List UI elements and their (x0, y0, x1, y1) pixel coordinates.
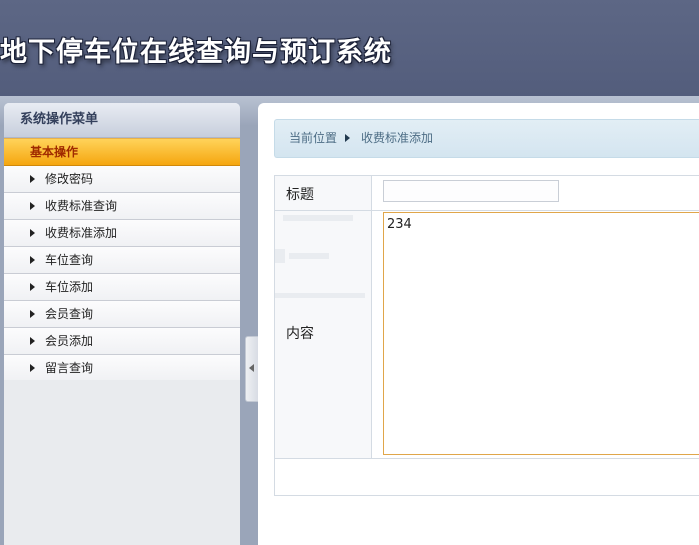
sidebar-heading: 系统操作菜单 (4, 103, 240, 138)
header-banner: 地下停车位在线查询与预订系统 (0, 0, 699, 97)
main-panel: 当前位置 收费标准添加 标题 内容 234 (258, 103, 699, 545)
content-textarea[interactable]: 234 (383, 212, 699, 455)
ghost-stroke (275, 249, 285, 263)
arrow-right-icon (30, 202, 35, 210)
sidebar-item-member-add[interactable]: 会员添加 (4, 328, 240, 355)
sidebar: 系统操作菜单 基本操作 修改密码 收费标准查询 收费标准添加 车位查询 车位添加… (4, 103, 240, 545)
title-label-cell: 标题 (275, 176, 372, 210)
sidebar-item-message-query[interactable]: 留言查询 (4, 355, 240, 382)
sidebar-menu: 修改密码 收费标准查询 收费标准添加 车位查询 车位添加 会员查询 会员添加 留… (4, 166, 240, 382)
arrow-right-icon (30, 283, 35, 291)
arrow-left-icon (249, 364, 254, 372)
sidebar-item-fee-query[interactable]: 收费标准查询 (4, 193, 240, 220)
fee-form: 标题 内容 234 (274, 175, 699, 496)
sidebar-section-basic[interactable]: 基本操作 (4, 138, 240, 166)
sidebar-empty-area (4, 380, 240, 545)
arrow-right-icon (30, 364, 35, 372)
arrow-right-icon (30, 229, 35, 237)
sidebar-item-space-add[interactable]: 车位添加 (4, 274, 240, 301)
content-label: 内容 (286, 326, 314, 342)
sidebar-collapse-handle[interactable] (245, 336, 258, 402)
sidebar-item-label: 收费标准添加 (45, 226, 118, 240)
sidebar-item-member-query[interactable]: 会员查询 (4, 301, 240, 328)
form-row-content: 内容 234 (275, 211, 699, 459)
sidebar-item-label: 留言查询 (45, 361, 94, 375)
sidebar-item-fee-add[interactable]: 收费标准添加 (4, 220, 240, 247)
ghost-stroke (275, 293, 365, 298)
arrow-right-icon (30, 337, 35, 345)
sidebar-item-label: 会员添加 (45, 334, 94, 348)
ghost-stroke (283, 215, 353, 221)
breadcrumb: 当前位置 收费标准添加 (274, 119, 699, 158)
arrow-right-icon (30, 256, 35, 264)
sidebar-item-label: 会员查询 (45, 307, 94, 321)
sidebar-item-label: 车位添加 (45, 280, 94, 294)
sidebar-item-space-query[interactable]: 车位查询 (4, 247, 240, 274)
content-label-cell: 内容 (275, 211, 372, 458)
title-input[interactable] (383, 180, 559, 202)
sidebar-item-label: 车位查询 (45, 253, 94, 267)
breadcrumb-current-location: 当前位置 (289, 131, 338, 145)
sidebar-item-label: 收费标准查询 (45, 199, 118, 213)
title-label: 标题 (286, 187, 314, 203)
breadcrumb-arrow-icon (345, 134, 350, 142)
form-row-title: 标题 (275, 176, 699, 211)
app-title: 地下停车位在线查询与预订系统 (0, 37, 392, 68)
sidebar-item-label: 修改密码 (45, 172, 94, 186)
arrow-right-icon (30, 310, 35, 318)
breadcrumb-page: 收费标准添加 (361, 131, 434, 145)
ghost-stroke (289, 253, 329, 259)
arrow-right-icon (30, 175, 35, 183)
sidebar-item-change-password[interactable]: 修改密码 (4, 166, 240, 193)
